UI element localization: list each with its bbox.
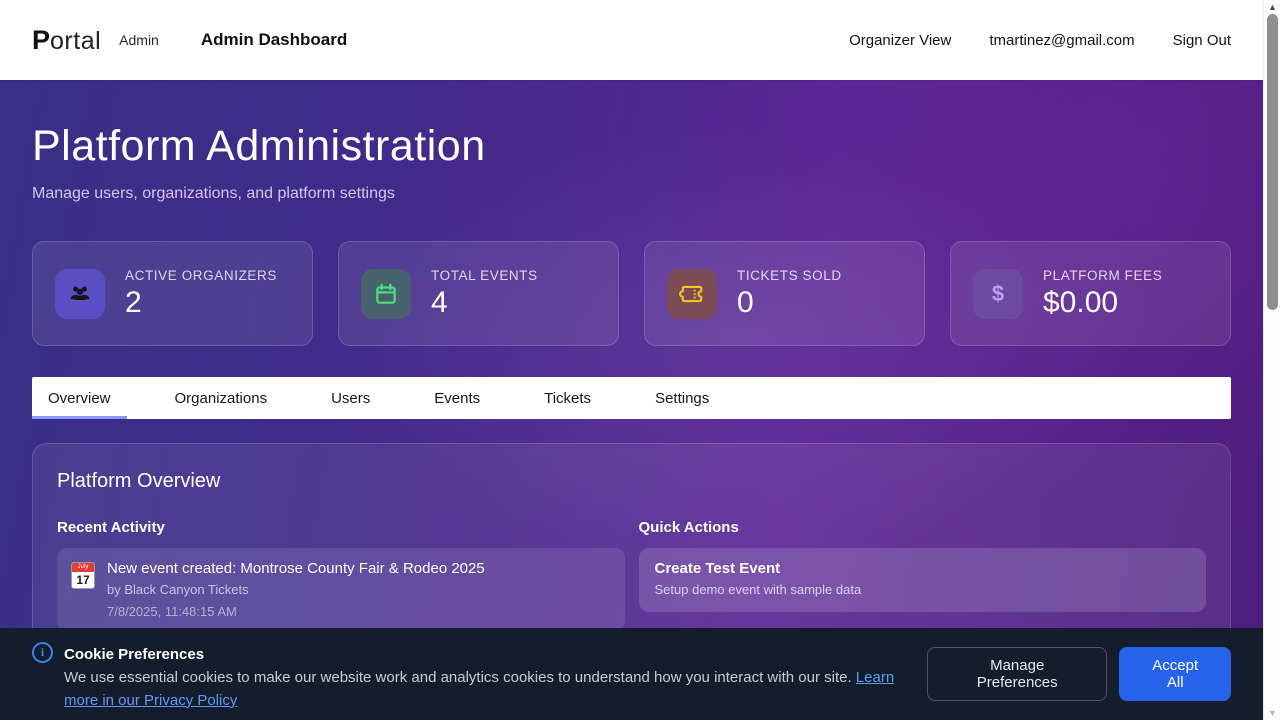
tab-events[interactable]: Events	[418, 377, 496, 419]
stat-text: TOTAL EVENTS 4	[431, 268, 538, 320]
admin-dashboard-page: P ortal Admin Admin Dashboard Organizer …	[0, 0, 1280, 720]
admin-label: Admin	[119, 32, 159, 48]
panel-title: Platform Overview	[57, 470, 1206, 493]
dollar-icon: $	[973, 269, 1023, 319]
tab-overview[interactable]: Overview	[32, 377, 127, 419]
vertical-scrollbar[interactable]: ▲ ▼	[1263, 0, 1280, 720]
cookie-title: Cookie Preferences	[64, 646, 927, 663]
header-nav: Organizer View tmartinez@gmail.com Sign …	[849, 32, 1231, 49]
admin-tabs: Overview Organizations Users Events Tick…	[32, 377, 1231, 419]
quick-action-subtitle: Setup demo event with sample data	[655, 582, 1191, 597]
cookie-text: Cookie Preferences We use essential cook…	[64, 637, 927, 712]
users-icon	[55, 269, 105, 319]
stat-value: 0	[737, 286, 842, 320]
scrollbar-thumb[interactable]	[1267, 14, 1278, 310]
tab-organizations[interactable]: Organizations	[159, 377, 284, 419]
stat-text: ACTIVE ORGANIZERS 2	[125, 268, 277, 320]
calendar-month: July	[72, 563, 94, 572]
tab-settings[interactable]: Settings	[639, 377, 725, 419]
hero-subtitle: Manage users, organizations, and platfor…	[32, 185, 1231, 203]
stat-card-active-organizers: ACTIVE ORGANIZERS 2	[32, 241, 313, 346]
stat-label: TOTAL EVENTS	[431, 268, 538, 283]
activity-item: July 17 New event created: Montrose Coun…	[57, 548, 625, 631]
create-test-event-button[interactable]: Create Test Event Setup demo event with …	[639, 548, 1207, 612]
recent-activity-title: Recent Activity	[57, 519, 625, 536]
main-content: Platform Administration Manage users, or…	[0, 80, 1263, 720]
tab-tickets[interactable]: Tickets	[528, 377, 607, 419]
sign-out-link[interactable]: Sign Out	[1173, 32, 1231, 49]
stat-card-platform-fees: $ PLATFORM FEES $0.00	[950, 241, 1231, 346]
logo-bold-letter: P	[32, 25, 50, 56]
organizer-view-link[interactable]: Organizer View	[849, 32, 951, 49]
stat-value: 2	[125, 286, 277, 320]
stat-value: 4	[431, 286, 538, 320]
cookie-body-text: We use essential cookies to make our web…	[64, 669, 852, 686]
manage-preferences-button[interactable]: Manage Preferences	[927, 647, 1108, 701]
stat-label: PLATFORM FEES	[1043, 268, 1162, 283]
page-title: Admin Dashboard	[201, 30, 347, 50]
activity-title: New event created: Montrose County Fair …	[107, 560, 485, 577]
activity-timestamp: 7/8/2025, 11:48:15 AM	[107, 604, 485, 619]
stat-card-tickets-sold: TICKETS SOLD 0	[644, 241, 925, 346]
ticket-icon	[667, 269, 717, 319]
logo-rest: ortal	[50, 27, 101, 56]
stat-text: TICKETS SOLD 0	[737, 268, 842, 320]
hero-title: Platform Administration	[32, 122, 1231, 171]
quick-actions-title: Quick Actions	[639, 519, 1207, 536]
stat-text: PLATFORM FEES $0.00	[1043, 268, 1162, 320]
calendar-icon	[361, 269, 411, 319]
calendar-day: 17	[72, 572, 94, 588]
cookie-body: We use essential cookies to make our web…	[64, 666, 927, 712]
activity-text: New event created: Montrose County Fair …	[107, 560, 485, 619]
activity-organizer: by Black Canyon Tickets	[107, 582, 485, 597]
calendar-emoji-icon: July 17	[71, 562, 95, 589]
quick-actions-section: Quick Actions Create Test Event Setup de…	[639, 519, 1207, 631]
portal-logo[interactable]: P ortal	[32, 25, 101, 56]
quick-action-title: Create Test Event	[655, 560, 1191, 577]
recent-activity-section: Recent Activity July 17 New event create…	[57, 519, 625, 631]
top-header: P ortal Admin Admin Dashboard Organizer …	[0, 0, 1263, 80]
scrollbar-up-arrow-icon[interactable]: ▲	[1264, 2, 1280, 12]
info-icon: i	[32, 642, 53, 663]
stat-label: TICKETS SOLD	[737, 268, 842, 283]
user-email-link[interactable]: tmartinez@gmail.com	[989, 32, 1134, 49]
stat-card-total-events: TOTAL EVENTS 4	[338, 241, 619, 346]
stat-value: $0.00	[1043, 286, 1162, 320]
cookie-buttons: Manage Preferences Accept All	[927, 647, 1231, 701]
stats-row: ACTIVE ORGANIZERS 2 TOTAL EVENTS 4	[32, 241, 1231, 346]
cookie-banner: i Cookie Preferences We use essential co…	[0, 628, 1263, 720]
scrollbar-down-arrow-icon[interactable]: ▼	[1264, 708, 1280, 718]
dollar-glyph: $	[992, 281, 1004, 307]
tab-users[interactable]: Users	[315, 377, 386, 419]
stat-label: ACTIVE ORGANIZERS	[125, 268, 277, 283]
accept-all-button[interactable]: Accept All	[1119, 647, 1231, 701]
